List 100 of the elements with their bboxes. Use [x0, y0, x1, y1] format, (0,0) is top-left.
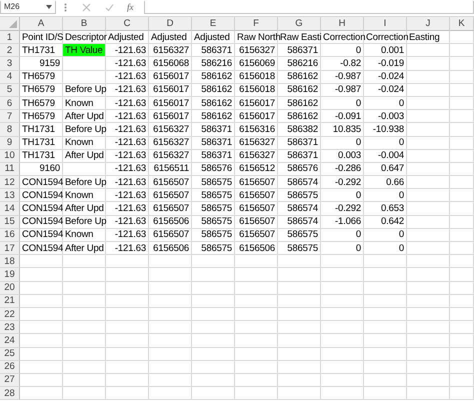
row-header[interactable]: 1 — [0, 31, 20, 44]
table-cell: 10.835 — [321, 123, 364, 136]
row-header[interactable]: 11 — [0, 162, 20, 176]
table-cell: Known — [63, 96, 106, 110]
empty-cell — [192, 360, 235, 374]
empty-cell — [63, 255, 106, 268]
empty-cell — [364, 348, 407, 361]
table-cell: Correction — [364, 31, 407, 44]
table-cell: 6156507 — [235, 176, 278, 190]
table-cell: Raw North — [235, 31, 278, 44]
empty-cell — [278, 348, 321, 361]
column-header[interactable]: H — [321, 17, 364, 31]
table-cell: 586371 — [278, 44, 321, 58]
insert-function-button[interactable]: fx — [127, 2, 134, 12]
row-header[interactable]: 24 — [0, 334, 20, 348]
table-cell: Correction — [321, 31, 364, 44]
empty-cell — [450, 44, 474, 58]
row-header[interactable]: 13 — [0, 189, 20, 202]
column-header[interactable]: J — [407, 17, 450, 31]
formula-field[interactable] — [144, 0, 474, 14]
table-cell: 0 — [321, 242, 364, 256]
row-header[interactable]: 16 — [0, 228, 20, 242]
table-cell: 6156327 — [235, 44, 278, 58]
table-cell: 586371 — [192, 150, 235, 163]
column-header[interactable]: D — [149, 17, 192, 31]
row-header[interactable]: 27 — [0, 374, 20, 388]
table-cell: 586575 — [192, 242, 235, 256]
row-header[interactable]: 6 — [0, 96, 20, 110]
empty-cell — [149, 268, 192, 282]
table-cell: CON1594 — [20, 176, 63, 190]
column-header[interactable]: E — [192, 17, 235, 31]
table-cell: 0 — [364, 228, 407, 242]
table-cell: Before Up — [63, 176, 106, 190]
table-cell: -0.292 — [321, 176, 364, 190]
row-header[interactable]: 10 — [0, 150, 20, 163]
table-cell: Adjusted — [192, 31, 235, 44]
empty-cell — [407, 189, 450, 202]
check-icon[interactable] — [105, 2, 114, 12]
column-header[interactable]: F — [235, 17, 278, 31]
row-header[interactable]: 23 — [0, 321, 20, 334]
table-cell: Known — [63, 189, 106, 202]
row-header[interactable]: 7 — [0, 110, 20, 124]
empty-cell — [364, 282, 407, 295]
empty-cell — [63, 57, 106, 71]
row-header[interactable]: 19 — [0, 268, 20, 282]
row-header[interactable]: 25 — [0, 348, 20, 361]
table-cell: 0.001 — [364, 44, 407, 58]
row-header[interactable]: 28 — [0, 387, 20, 400]
caret-icon[interactable] — [46, 4, 52, 8]
empty-cell — [192, 282, 235, 295]
column-header[interactable]: C — [106, 17, 149, 31]
column-header[interactable]: A — [20, 17, 63, 31]
table-cell: After Upd — [63, 110, 106, 124]
row-header[interactable]: 26 — [0, 360, 20, 374]
empty-cell — [149, 255, 192, 268]
row-header[interactable]: 5 — [0, 84, 20, 97]
row-header[interactable]: 22 — [0, 308, 20, 322]
empty-cell — [407, 308, 450, 322]
empty-cell — [450, 57, 474, 71]
drag-handle-icon[interactable] — [64, 2, 67, 12]
empty-cell — [192, 308, 235, 322]
row-header[interactable]: 14 — [0, 202, 20, 216]
select-all-icon[interactable] — [9, 20, 17, 28]
row-header[interactable]: 8 — [0, 123, 20, 136]
empty-cell — [235, 334, 278, 348]
column-header[interactable]: B — [63, 17, 106, 31]
row-header[interactable]: 12 — [0, 176, 20, 190]
row-header[interactable]: 21 — [0, 294, 20, 308]
row-header[interactable]: 20 — [0, 282, 20, 295]
column-header[interactable]: I — [364, 17, 407, 31]
row-header[interactable]: 18 — [0, 255, 20, 268]
table-cell: 0.003 — [321, 150, 364, 163]
empty-cell — [450, 70, 474, 84]
row-header[interactable]: 9 — [0, 136, 20, 150]
empty-cell — [321, 334, 364, 348]
column-header[interactable]: G — [278, 17, 321, 31]
empty-cell — [450, 176, 474, 190]
table-cell: -0.003 — [364, 110, 407, 124]
table-cell: -121.63 — [106, 189, 149, 202]
empty-cell — [450, 150, 474, 163]
row-header[interactable]: 15 — [0, 216, 20, 229]
cancel-icon[interactable] — [82, 2, 91, 12]
row-header[interactable]: 17 — [0, 242, 20, 256]
table-cell: 6156507 — [149, 176, 192, 190]
table-cell: 6156507 — [235, 202, 278, 216]
empty-cell — [407, 150, 450, 163]
empty-cell — [450, 321, 474, 334]
column-header[interactable]: K — [450, 17, 474, 31]
table-cell: 9160 — [20, 162, 63, 176]
row-header[interactable]: 3 — [0, 57, 20, 71]
table-cell: 6156507 — [235, 216, 278, 229]
name-box[interactable]: M26 — [0, 0, 56, 14]
table-cell: Adjusted — [149, 31, 192, 44]
row-header[interactable]: 4 — [0, 70, 20, 84]
empty-cell — [235, 255, 278, 268]
table-cell: Known — [63, 228, 106, 242]
row-header[interactable]: 2 — [0, 44, 20, 58]
table-cell: -121.63 — [106, 136, 149, 150]
table-cell: 0.642 — [364, 216, 407, 229]
empty-cell — [192, 334, 235, 348]
